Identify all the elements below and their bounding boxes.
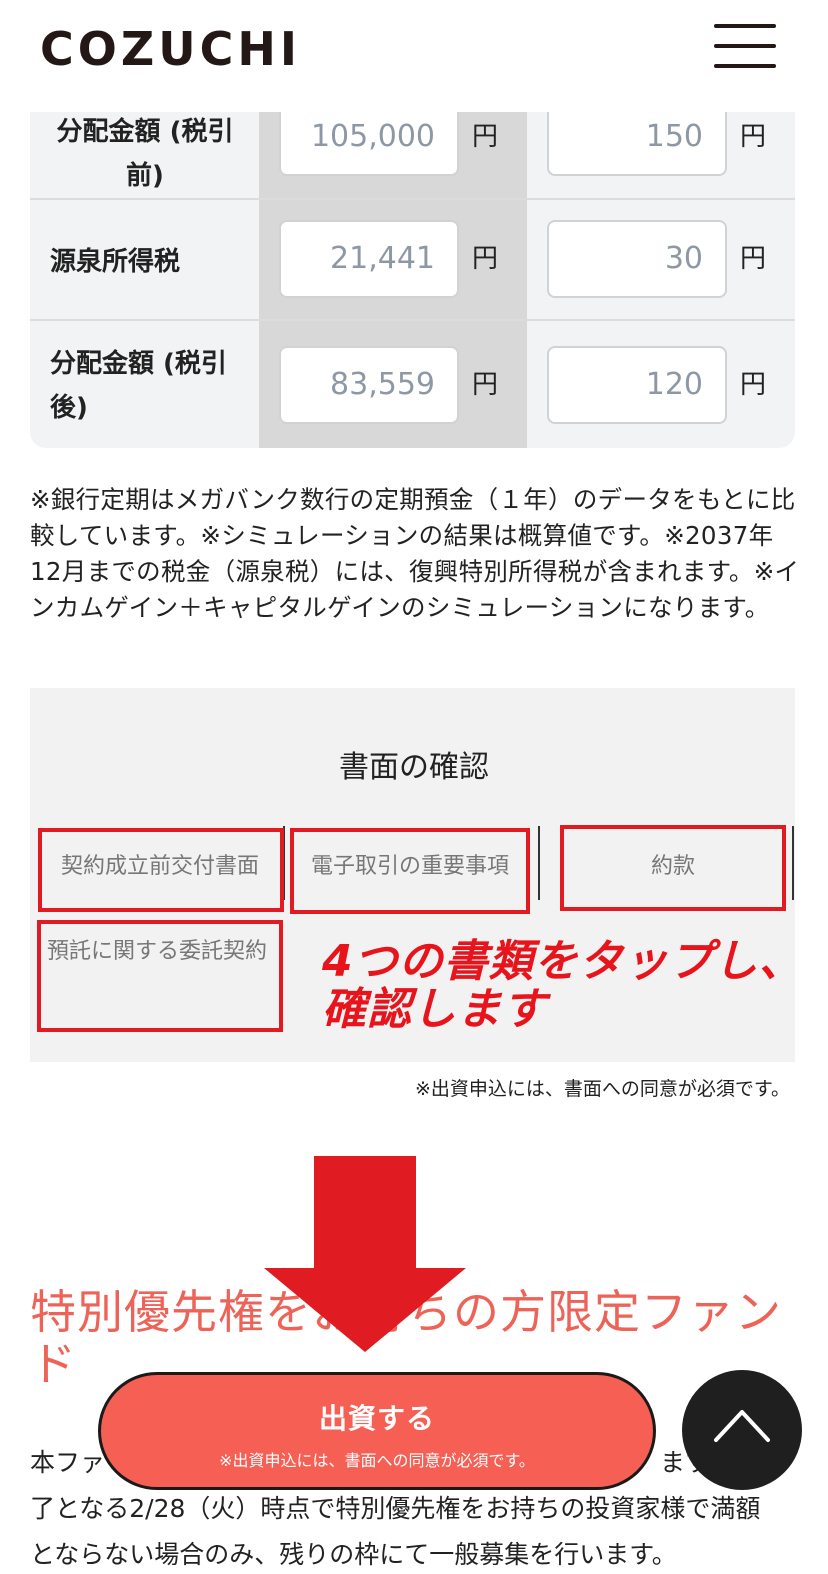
invest-button-label: 出資する — [318, 1402, 435, 1435]
consent-note: ※出資申込には、書面への同意が必須です。 — [414, 1078, 790, 1100]
invest-button-note: ※出資申込には、書面への同意が必須です。 — [219, 1451, 535, 1470]
invest-button[interactable]: 出資する ※出資申込には、書面への同意が必須です。 — [98, 1372, 656, 1490]
doc-pre-contract[interactable]: 契約成立前交付書面 — [40, 848, 280, 880]
unit-label: 円 — [472, 370, 499, 400]
unit-label: 円 — [740, 370, 767, 400]
row-label-aftertax: 分配金額 (税引後) — [50, 349, 227, 423]
doc-separator — [283, 826, 285, 900]
doc-separator — [792, 826, 794, 900]
unit-label: 円 — [740, 244, 767, 274]
row-divider — [30, 319, 795, 321]
row-label-withholding-tax: 源泉所得税 — [50, 247, 181, 277]
aftertax-input-b[interactable]: 120 — [547, 346, 727, 424]
withholding-input-a[interactable]: 21,441 — [279, 220, 459, 298]
annotation-text: 4つの書類をタップし、 確認します — [322, 936, 804, 1035]
doc-custody-contract[interactable]: 預託に関する委託契約 — [44, 928, 270, 976]
logo[interactable]: COZUCHI — [40, 22, 301, 76]
scroll-top-button[interactable] — [682, 1370, 802, 1490]
row-label-pretax: 分配金額 (税引前) — [56, 117, 234, 191]
doc-separator — [538, 826, 540, 900]
site-header: COZUCHI — [0, 0, 828, 112]
row-divider — [30, 198, 795, 200]
aftertax-input-a[interactable]: 83,559 — [279, 346, 459, 424]
simulation-notes: ※銀行定期はメガバンク数行の定期預金（１年）のデータをもとに比較しています。※シ… — [30, 485, 800, 622]
hamburger-icon[interactable] — [714, 24, 776, 68]
doc-electronic-transaction[interactable]: 電子取引の重要事項 — [292, 848, 528, 880]
withholding-input-b[interactable]: 30 — [547, 220, 727, 298]
simulation-table: 分配金額 (税引前) 105,000 円 150 円 源泉所得税 21,441 … — [30, 76, 795, 448]
chevron-up-icon — [714, 1410, 770, 1442]
documents-title: 書面の確認 — [339, 750, 489, 785]
unit-label: 円 — [472, 244, 499, 274]
doc-terms[interactable]: 約款 — [562, 848, 784, 880]
arrow-down-icon — [264, 1156, 466, 1352]
